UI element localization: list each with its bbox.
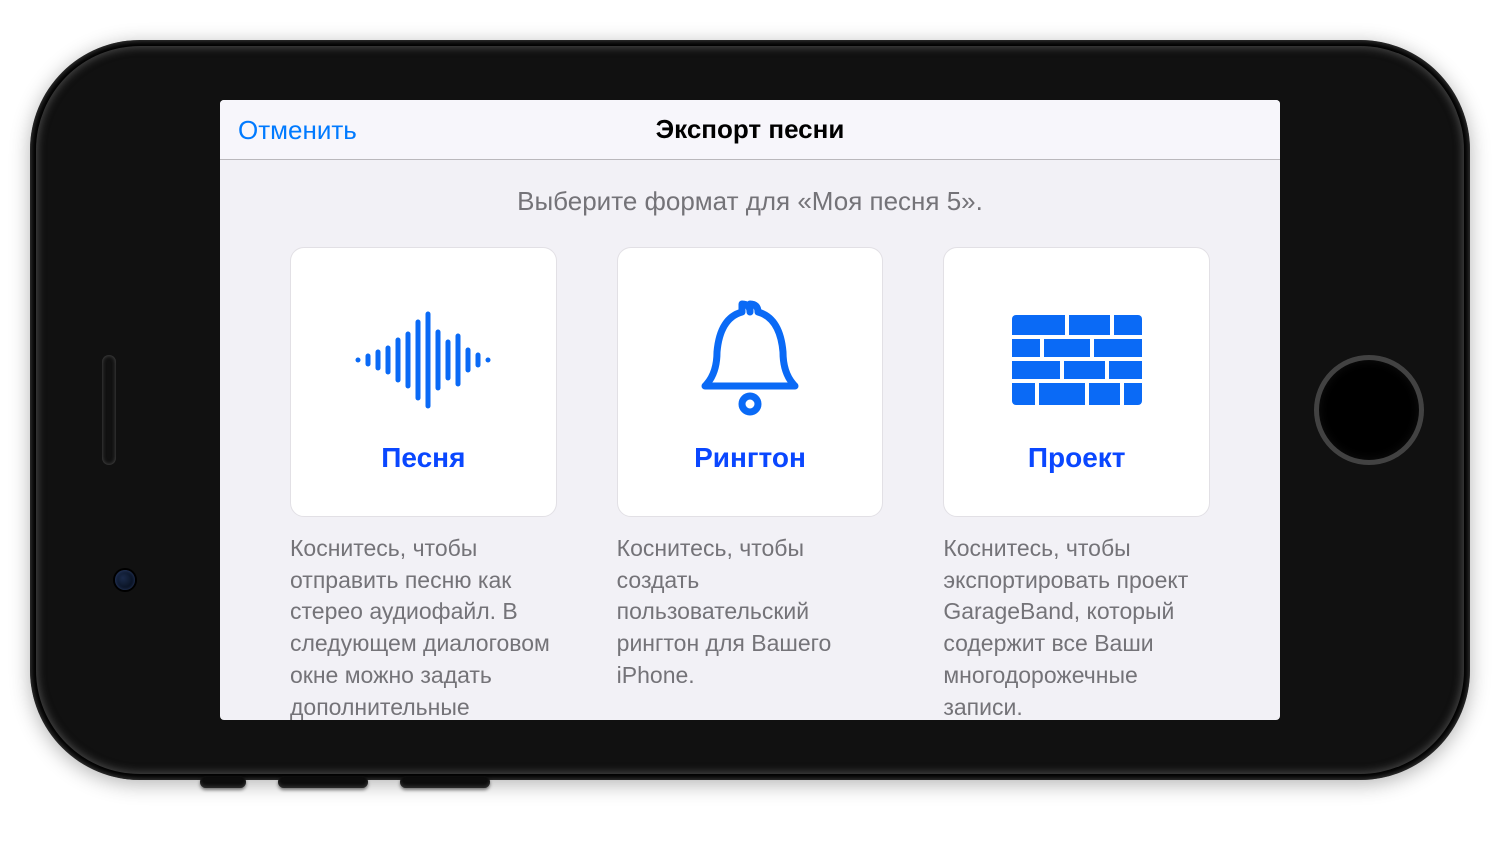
option-column-song: Песня Коснитесь, чтобы отправить песню к…	[290, 247, 557, 720]
option-description: Коснитесь, чтобы отправить песню как сте…	[290, 533, 557, 720]
cancel-button[interactable]: Отменить	[238, 100, 357, 160]
bell-icon	[695, 300, 805, 420]
stage: Отменить Экспорт песни Выберите формат д…	[0, 0, 1500, 866]
option-column-ringtone: Рингтон Коснитесь, чтобы создать пользов…	[617, 247, 884, 720]
export-option-project[interactable]: Проект	[943, 247, 1210, 517]
screen: Отменить Экспорт песни Выберите формат д…	[220, 100, 1280, 720]
tracks-icon	[1012, 300, 1142, 420]
navigation-bar: Отменить Экспорт песни	[220, 100, 1280, 160]
content-area: Выберите формат для «Моя песня 5».	[220, 160, 1280, 720]
speaker-slot	[102, 355, 116, 465]
silence-switch	[200, 776, 246, 788]
option-label: Песня	[381, 442, 465, 474]
option-label: Рингтон	[694, 442, 806, 474]
option-description: Коснитесь, чтобы создать пользовательски…	[617, 533, 884, 692]
home-button[interactable]	[1314, 355, 1424, 465]
volume-up-button	[278, 776, 368, 788]
export-option-ringtone[interactable]: Рингтон	[617, 247, 884, 517]
iphone-device-frame: Отменить Экспорт песни Выберите формат д…	[30, 40, 1470, 780]
export-options-row: Песня Коснитесь, чтобы отправить песню к…	[290, 247, 1210, 720]
option-column-project: Проект Коснитесь, чтобы экспортировать п…	[943, 247, 1210, 720]
option-description: Коснитесь, чтобы экспортировать проект G…	[943, 533, 1210, 720]
waveform-icon	[348, 300, 498, 420]
option-label: Проект	[1028, 442, 1126, 474]
front-camera	[115, 570, 135, 590]
subtitle-text: Выберите формат для «Моя песня 5».	[290, 186, 1210, 217]
export-option-song[interactable]: Песня	[290, 247, 557, 517]
volume-down-button	[400, 776, 490, 788]
nav-title: Экспорт песни	[656, 114, 845, 145]
